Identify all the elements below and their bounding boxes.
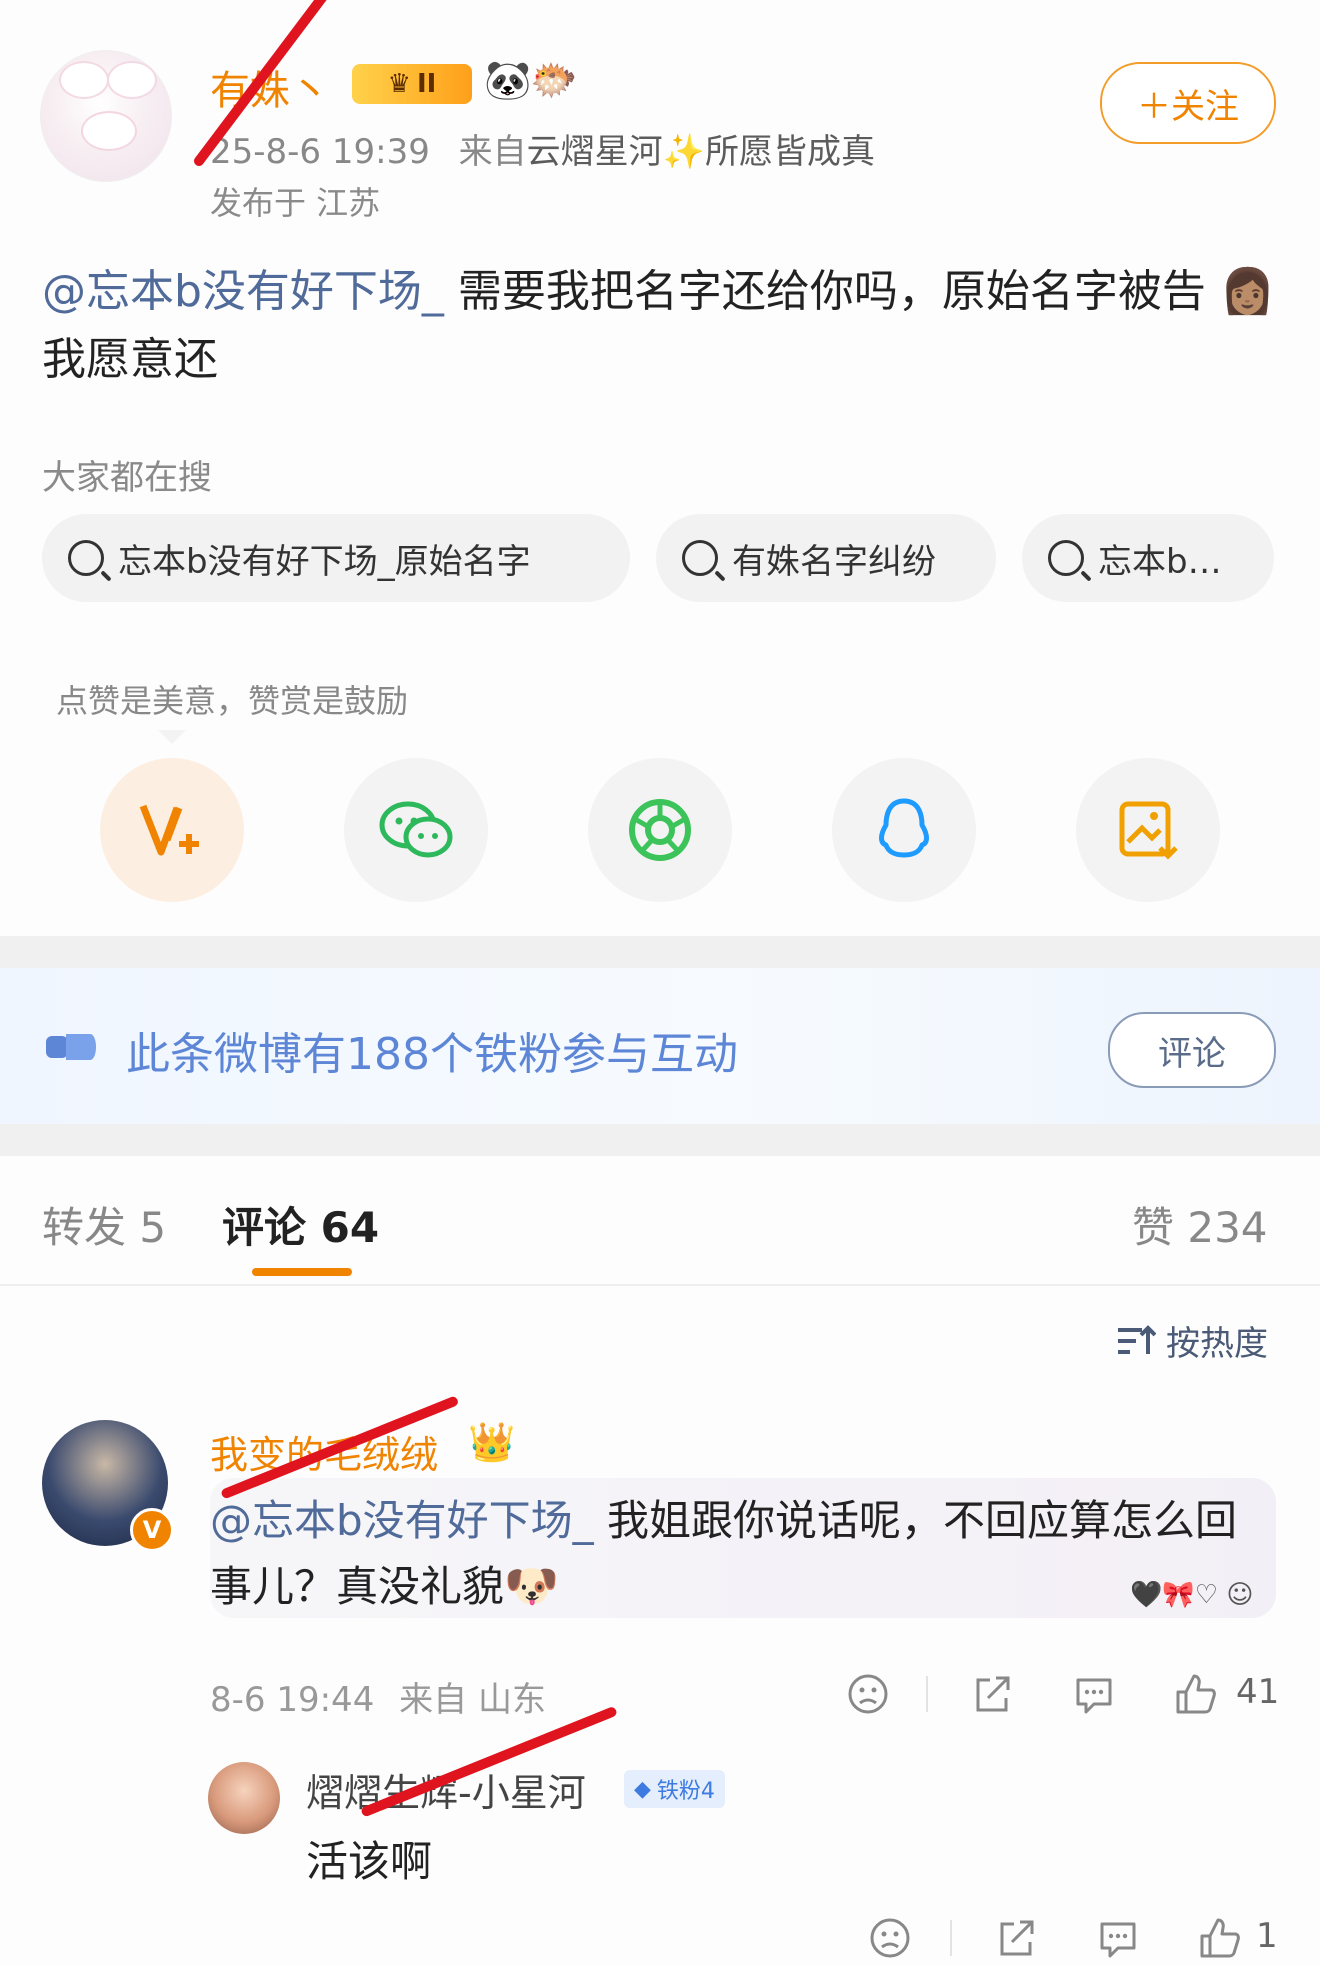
post-location: 发布于 江苏: [210, 184, 381, 222]
tab-repost[interactable]: 转发 5: [42, 1194, 166, 1255]
reward-button[interactable]: [100, 758, 244, 902]
post-source-prefix: 来自: [458, 132, 527, 172]
search-hint-label: 大家都在搜: [42, 458, 212, 498]
tab-comment[interactable]: 评论 64: [222, 1194, 379, 1255]
search-chip-label: 有姝名字纠纷: [732, 541, 936, 582]
comment-like-count: 41: [1236, 1672, 1280, 1712]
diamond-icon: ◆: [634, 1776, 651, 1802]
verified-badge: V: [130, 1508, 174, 1552]
reply-icon[interactable]: [1072, 1672, 1116, 1716]
action-divider: [926, 1676, 928, 1712]
like-thumb-icon[interactable]: [1198, 1916, 1242, 1960]
avatar-face: [81, 111, 137, 151]
panda-icon[interactable]: 🐼: [484, 58, 531, 103]
replier-avatar[interactable]: [208, 1762, 280, 1834]
section-divider: [0, 936, 1320, 968]
save-image-button[interactable]: [1076, 758, 1220, 902]
share-icon[interactable]: [970, 1672, 1014, 1716]
active-tab-indicator: [252, 1268, 352, 1276]
iron-fans-icon: [46, 1034, 96, 1060]
search-icon: [68, 540, 104, 576]
tabs-divider: [0, 1284, 1320, 1286]
post-content: @忘本b没有好下场_ 需要我把名字还给你吗，原始名字被告 👩🏽 我愿意还: [42, 258, 1282, 394]
share-icon[interactable]: [994, 1916, 1038, 1960]
reward-hint: 点赞是美意，赞赏是鼓励: [56, 682, 409, 720]
bubble-decoration-icon: 🖤🎀♡ ☺: [1130, 1580, 1254, 1610]
follow-button[interactable]: ＋关注: [1100, 62, 1276, 144]
share-qq-button[interactable]: [832, 758, 976, 902]
tooltip-pointer: [158, 730, 186, 744]
sort-by-hot-button[interactable]: 按热度: [1116, 1316, 1268, 1365]
section-divider: [0, 1124, 1320, 1156]
search-chip[interactable]: 忘本b…: [1022, 514, 1274, 602]
search-chip-label: 忘本b没有好下场_原始名字: [118, 541, 531, 582]
post-source[interactable]: 云熠星河✨所愿皆成真: [527, 132, 875, 172]
reply-text: 活该啊: [306, 1837, 433, 1886]
dislike-face-icon[interactable]: [868, 1916, 912, 1960]
like-thumb-icon[interactable]: [1174, 1672, 1218, 1716]
husky-emoji-icon: 🐶: [504, 1561, 559, 1612]
reply-icon[interactable]: [1096, 1916, 1140, 1960]
action-divider: [950, 1920, 952, 1956]
replier-name[interactable]: 熠熠生辉-小星河: [306, 1762, 586, 1817]
moments-icon: [629, 799, 691, 861]
post-body: 需要我把名字还给你吗，原始名字被告: [443, 266, 1206, 317]
post-time: 25-8-6 19:39: [210, 132, 430, 172]
comment-text: @忘本b没有好下场_ 我姐跟你说话呢，不回应算怎么回事儿？真没礼貌🐶: [210, 1488, 1270, 1620]
crown-level-badge[interactable]: ♛ II: [352, 64, 472, 104]
search-chip-label: 忘本b…: [1098, 541, 1222, 582]
wechat-icon: [379, 801, 453, 858]
share-wechat-button[interactable]: [344, 758, 488, 902]
avatar-ear-left: [59, 61, 109, 99]
search-icon: [1048, 540, 1084, 576]
dislike-face-icon[interactable]: [846, 1672, 890, 1716]
search-chip[interactable]: 有姝名字纠纷: [656, 514, 996, 602]
iron-fan-level: 铁粉4: [656, 1779, 715, 1804]
sort-icon: [1118, 1324, 1156, 1354]
post-meta: 25-8-6 19:39 来自云熠星河✨所愿皆成真: [210, 124, 875, 173]
comment-location: 来自 山东: [399, 1680, 546, 1720]
iron-fan-badge[interactable]: ◆ 铁粉4: [624, 1770, 725, 1808]
search-chip[interactable]: 忘本b没有好下场_原始名字: [42, 514, 630, 602]
cavewoman-emoji-icon: 👩🏽: [1219, 266, 1275, 317]
comment-mention[interactable]: @忘本b没有好下场_: [210, 1496, 594, 1545]
tab-like[interactable]: 赞 234: [1132, 1194, 1268, 1255]
pufferfish-icon[interactable]: 🐡: [530, 58, 577, 103]
save-image-icon: [1119, 801, 1178, 860]
iron-fans-text: 此条微博有188个铁粉参与互动: [126, 1029, 738, 1080]
sort-label: 按热度: [1166, 1324, 1268, 1364]
post-mention[interactable]: @忘本b没有好下场_: [42, 266, 444, 317]
comment-meta: 8-6 19:44 来自 山东: [210, 1672, 546, 1721]
qq-icon: [879, 798, 929, 858]
avatar-ear-right: [107, 61, 157, 99]
reward-icon: [139, 804, 199, 856]
poster-avatar[interactable]: [40, 50, 172, 182]
search-icon: [682, 540, 718, 576]
comment-time: 8-6 19:44: [210, 1680, 375, 1720]
reply-like-count: 1: [1256, 1916, 1278, 1956]
level-text: II: [416, 69, 437, 99]
share-moments-button[interactable]: [588, 758, 732, 902]
iron-fans-comment-button[interactable]: 评论: [1108, 1012, 1276, 1088]
post-tail: 我愿意还: [42, 334, 218, 385]
crown-icon: ♛: [387, 69, 411, 99]
crown-icon[interactable]: 👑: [468, 1420, 515, 1465]
